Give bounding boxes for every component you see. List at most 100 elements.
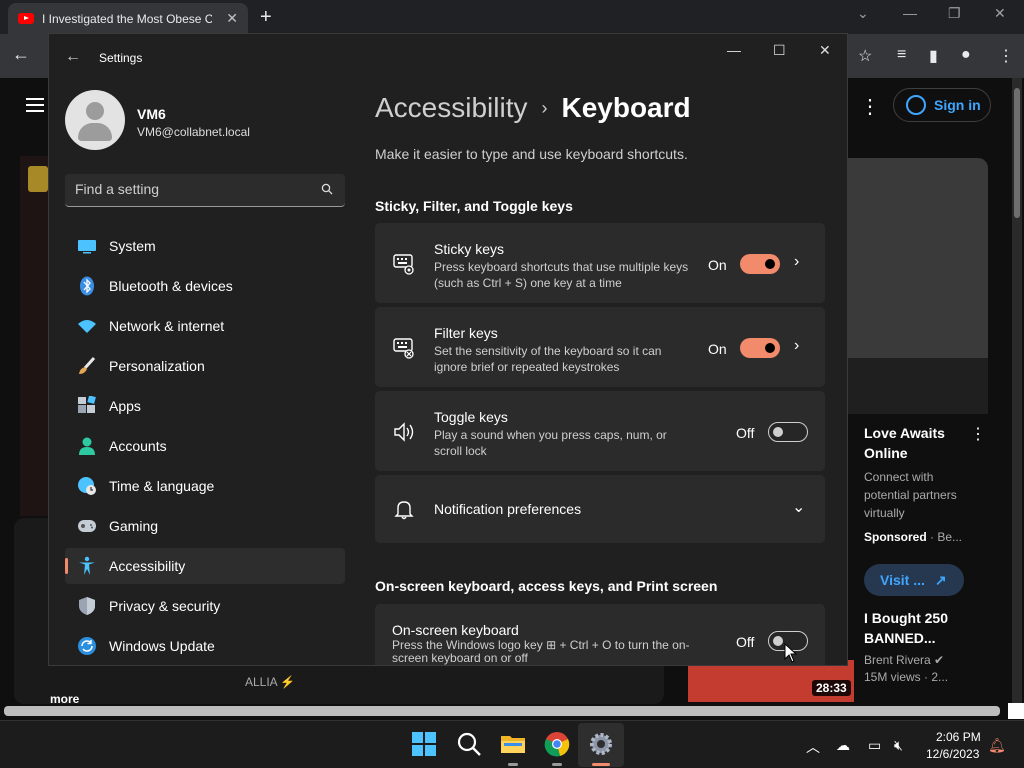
chevron-right-icon[interactable]: ›	[794, 253, 799, 271]
browser-menu-icon[interactable]: ⋮	[998, 46, 1014, 66]
sidebar-item-gaming[interactable]: Gaming	[65, 508, 345, 544]
toggle-keys-title: Toggle keys	[434, 409, 508, 425]
ad-title[interactable]: Love Awaits Online	[864, 423, 964, 463]
ad-advertiser: · Be...	[926, 530, 963, 544]
side-panel-icon[interactable]: ▮	[929, 46, 938, 66]
sidebar-item-privacy[interactable]: Privacy & security	[65, 588, 345, 624]
account-circle-icon	[906, 95, 926, 115]
cloud-off-icon[interactable]: ☁	[836, 737, 850, 754]
monitor-icon	[77, 236, 97, 256]
search-icon[interactable]	[321, 183, 333, 195]
vertical-scrollbar[interactable]	[1012, 78, 1022, 718]
sidebar-item-accounts[interactable]: Accounts	[65, 428, 345, 464]
globe-clock-icon	[77, 476, 97, 496]
filter-keys-title: Filter keys	[434, 325, 498, 341]
on-screen-keyboard-card: On-screen keyboard Press the Windows log…	[375, 604, 825, 665]
filter-keys-toggle[interactable]	[740, 338, 780, 358]
settings-window: ← Settings — ☐ ✕ VM6 VM6@collabnet.local…	[48, 33, 848, 666]
scrollbar-corner	[1008, 703, 1024, 719]
settings-gear-icon[interactable]	[588, 731, 614, 757]
back-arrow-icon[interactable]: ←	[65, 48, 81, 66]
sidebar-item-label: Privacy & security	[109, 598, 221, 614]
browser-tab[interactable]: I Investigated the Most Obese C ✕	[8, 3, 248, 34]
network-icon[interactable]: ▭	[868, 737, 881, 754]
sidebar-item-accessibility[interactable]: Accessibility	[65, 548, 345, 584]
sidebar-item-time-language[interactable]: Time & language	[65, 468, 345, 504]
chevron-right-icon[interactable]: ›	[794, 337, 799, 355]
settings-content: Accessibility › Keyboard Make it easier to…	[375, 82, 847, 665]
restore-browser-icon[interactable]: ❐	[948, 5, 961, 22]
sidebar-item-apps[interactable]: Apps	[65, 388, 345, 424]
avatar[interactable]	[65, 90, 125, 150]
new-tab-button[interactable]: +	[260, 6, 272, 29]
ad-thumbnail-footer	[848, 358, 988, 414]
filter-keys-state: On	[708, 341, 727, 357]
toggle-keys-state: Off	[736, 425, 755, 441]
windows-start-icon[interactable]	[411, 731, 437, 757]
sidebar-item-label: System	[109, 238, 156, 254]
horizontal-scrollbar[interactable]	[4, 706, 1000, 716]
ad-menu-icon[interactable]: ⋮	[970, 424, 986, 444]
lightning-icon: ⚡	[280, 675, 296, 689]
hamburger-menu-icon[interactable]	[26, 98, 44, 116]
sign-in-button[interactable]: Sign in	[893, 88, 991, 122]
sidebar-item-personalization[interactable]: Personalization	[65, 348, 345, 384]
close-icon[interactable]: ✕	[819, 42, 831, 59]
sidebar-item-label: Bluetooth & devices	[109, 278, 233, 294]
taskbar: ︿ ☁ ▭ 🔇︎ 2:06 PM 12/6/2023 🔔︎	[0, 720, 1024, 768]
notification-bell-icon[interactable]: 🔔︎	[988, 737, 1006, 754]
user-email: VM6@collabnet.local	[137, 125, 250, 139]
chevron-down-icon[interactable]: ⌄	[792, 497, 805, 517]
search-icon[interactable]	[456, 731, 482, 757]
sticky-keys-toggle[interactable]	[740, 254, 780, 274]
chrome-icon[interactable]	[544, 731, 570, 757]
ad-visit-label: Visit ...	[880, 572, 925, 588]
sidebar-item-bluetooth[interactable]: Bluetooth & devices	[65, 268, 345, 304]
filter-keys-card[interactable]: Filter keys Set the sensitivity of the k…	[375, 307, 825, 387]
minimize-browser-icon[interactable]: —	[903, 5, 917, 21]
volume-muted-icon[interactable]: 🔇︎	[894, 737, 903, 754]
video-title[interactable]: I Bought 250 BANNED...	[864, 608, 974, 648]
minimize-icon[interactable]: —	[727, 42, 741, 58]
bookmark-star-icon[interactable]: ☆	[858, 46, 872, 66]
sidebar-item-label: Apps	[109, 398, 141, 414]
sticky-keys-description: Press keyboard shortcuts that use multip…	[434, 260, 689, 290]
verified-icon: ✔	[934, 653, 945, 667]
media-queue-icon[interactable]: ≡	[897, 46, 906, 64]
search-box[interactable]	[65, 174, 345, 207]
sidebar-item-label: Personalization	[109, 358, 205, 374]
video-player[interactable]	[20, 156, 50, 516]
sidebar-item-network[interactable]: Network & internet	[65, 308, 345, 344]
ad-visit-button[interactable]: Visit ... ↗	[864, 564, 964, 596]
sticky-keys-card[interactable]: Sticky keys Press keyboard shortcuts tha…	[375, 223, 825, 303]
browser-tab-bar: I Investigated the Most Obese C ✕ + ⌄ — …	[0, 0, 1024, 34]
show-more-link[interactable]: more	[50, 692, 79, 706]
clock-date[interactable]: 12/6/2023	[926, 747, 979, 761]
close-browser-icon[interactable]: ✕	[994, 5, 1006, 22]
settings-running-indicator	[592, 763, 610, 766]
apps-icon	[77, 396, 97, 416]
file-explorer-icon[interactable]	[500, 731, 526, 757]
mouse-cursor-icon	[784, 643, 798, 663]
video-channel[interactable]: Brent Rivera ✔	[864, 653, 944, 667]
accessibility-icon	[77, 556, 97, 576]
on-screen-keyboard-title: On-screen keyboard	[392, 622, 519, 638]
more-options-icon[interactable]: ⋮	[860, 94, 880, 119]
search-input[interactable]	[75, 181, 305, 197]
page-title: Keyboard	[561, 92, 691, 123]
profile-icon[interactable]: ●	[961, 46, 971, 64]
sidebar-item-label: Accessibility	[109, 558, 186, 574]
breadcrumb-parent[interactable]: Accessibility	[375, 92, 527, 123]
on-screen-keyboard-description: Press the Windows logo key ⊞ + Ctrl + O …	[392, 638, 690, 665]
sidebar-item-windows-update[interactable]: Windows Update	[65, 628, 345, 664]
sidebar-item-system[interactable]: System	[65, 228, 345, 264]
browser-back-icon[interactable]: ←	[12, 44, 30, 65]
notification-preferences-card[interactable]: Notification preferences ⌄	[375, 475, 825, 543]
tab-search-icon[interactable]: ⌄	[857, 5, 869, 22]
player-overlay-badge	[28, 166, 48, 192]
maximize-icon[interactable]: ☐	[773, 42, 786, 59]
chevron-up-icon[interactable]: ︿	[806, 737, 820, 757]
toggle-keys-toggle[interactable]	[768, 422, 808, 442]
clock-time[interactable]: 2:06 PM	[936, 730, 981, 744]
close-tab-icon[interactable]: ✕	[226, 10, 238, 27]
